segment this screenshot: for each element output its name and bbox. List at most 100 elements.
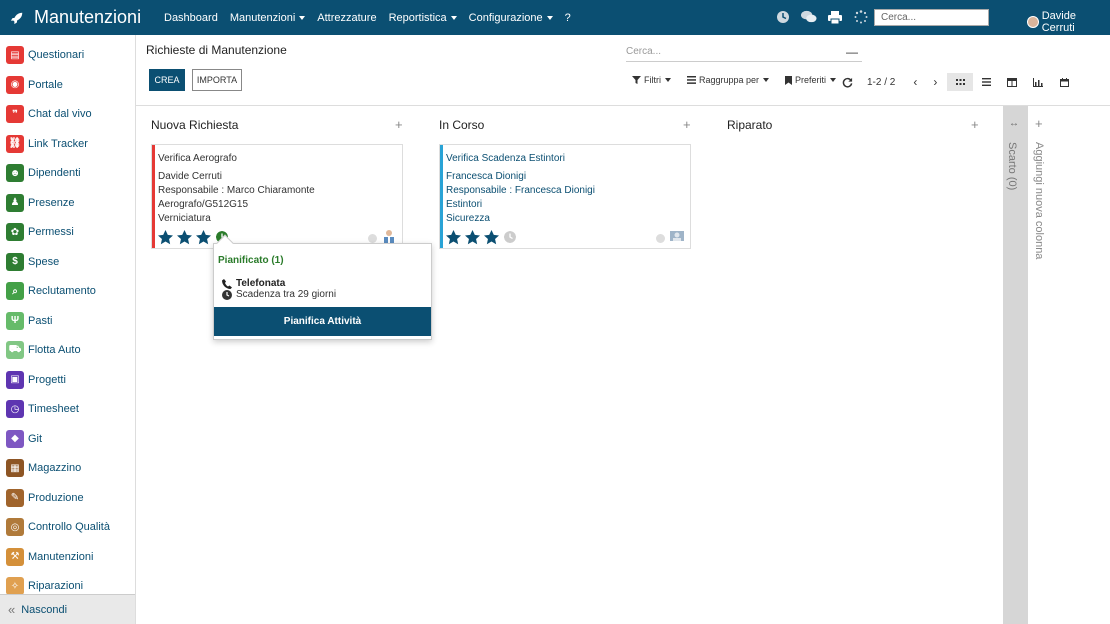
- user-menu[interactable]: Davide Cerruti: [1027, 10, 1110, 34]
- sidebar-item[interactable]: ☻ Dipendenti: [6, 163, 81, 183]
- pager-value[interactable]: 1-2 / 2: [867, 77, 895, 88]
- assignee-avatar: [384, 230, 394, 243]
- printer-icon[interactable]: [827, 9, 843, 25]
- star-icon[interactable]: [157, 230, 174, 245]
- star-icon[interactable]: [195, 230, 212, 245]
- filter-icon: [632, 76, 641, 84]
- star-icon[interactable]: [464, 230, 481, 245]
- phone-icon: [222, 278, 232, 289]
- user-name: Davide Cerruti: [1041, 10, 1076, 34]
- sidebar-item[interactable]: ▦ Magazzino: [6, 458, 81, 478]
- status-dot: [368, 234, 377, 243]
- chat-icon[interactable]: [801, 9, 817, 25]
- sidebar-item[interactable]: ⚒ Manutenzioni: [6, 547, 93, 567]
- pager-next-icon[interactable]: ›: [933, 75, 937, 89]
- groupby-label: Raggruppa per: [699, 75, 760, 85]
- column-title[interactable]: In Corso: [439, 118, 484, 132]
- activity-item[interactable]: Telefonata: [222, 278, 285, 289]
- search-input[interactable]: Cerca... —: [626, 44, 862, 62]
- assignee-avatar: [670, 231, 684, 241]
- kanban-view-icon[interactable]: [947, 73, 973, 91]
- column-add-icon[interactable]: +: [683, 117, 691, 132]
- search-options-icon[interactable]: —: [846, 45, 858, 59]
- repair-icon: ✧: [6, 577, 24, 595]
- schedule-activity-button[interactable]: Pianifica Attività: [214, 307, 431, 336]
- favorites-dropdown[interactable]: Preferiti: [785, 75, 837, 85]
- star-icon[interactable]: [176, 230, 193, 245]
- quality-icon: ◎: [6, 518, 24, 536]
- sidebar-item[interactable]: ✧ Riparazioni: [6, 576, 83, 596]
- spinner-icon: [853, 9, 869, 25]
- manufacturing-icon: ✎: [6, 488, 24, 507]
- column-add-icon[interactable]: +: [971, 117, 979, 132]
- clock-icon: [222, 289, 232, 300]
- import-button[interactable]: IMPORTA: [192, 69, 242, 91]
- sidebar-item[interactable]: $ Spese: [6, 252, 59, 272]
- kanban-card[interactable]: Verifica Scadenza Estintori Francesca Di…: [439, 144, 691, 249]
- filters-dropdown[interactable]: Filtri: [632, 75, 671, 85]
- add-column[interactable]: + Aggiungi nuova colonna: [1028, 106, 1068, 624]
- sidebar-item[interactable]: ◎ Controllo Qualità: [6, 517, 110, 537]
- sidebar-item[interactable]: ✎ Produzione: [6, 488, 84, 508]
- popover-heading: Pianificato (1): [218, 255, 284, 266]
- top-search-input[interactable]: Cerca...: [874, 9, 989, 26]
- sidebar-item[interactable]: ◉ Portale: [6, 75, 63, 95]
- lunch-icon: Ψ: [6, 311, 24, 330]
- menu-item-label: Configurazione: [468, 11, 543, 24]
- activity-clock-icon[interactable]: [504, 231, 516, 243]
- folded-column[interactable]: ↔ Scarto (0): [1003, 106, 1028, 624]
- star-icon[interactable]: [445, 230, 462, 245]
- control-panel: Richieste di Manutenzione CREA IMPORTA C…: [136, 35, 1110, 106]
- sidebar-item[interactable]: ◆ Git: [6, 429, 42, 449]
- sidebar-item[interactable]: ◷ Timesheet: [6, 399, 79, 419]
- employees-icon: ☻: [6, 164, 24, 182]
- status-dot: [656, 234, 665, 243]
- clock-icon[interactable]: [775, 9, 791, 25]
- favorites-label: Preferiti: [795, 75, 827, 85]
- sidebar-collapse-label: Nascondi: [21, 603, 68, 616]
- kanban-card[interactable]: Verifica Aerografo Davide Cerruti Respon…: [151, 144, 403, 249]
- groupby-icon: [687, 76, 696, 84]
- list-view-icon[interactable]: [973, 73, 999, 91]
- menu-item[interactable]: Manutenzioni: [229, 11, 306, 24]
- priority-stars[interactable]: [157, 230, 214, 245]
- menu-item-label: Manutenzioni: [229, 11, 296, 24]
- sidebar-item[interactable]: ▣ Progetti: [6, 370, 66, 390]
- sidebar-item-label: Chat dal vivo: [28, 108, 92, 120]
- menu-item[interactable]: ?: [565, 12, 571, 24]
- add-column-label: Aggiungi nuova colonna: [1033, 142, 1045, 260]
- main-menu: Dashboard Manutenzioni Attrezzature Reporti…: [164, 12, 583, 24]
- menu-item[interactable]: Reportistica: [389, 12, 457, 24]
- pivot-view-icon[interactable]: [999, 73, 1025, 91]
- create-button[interactable]: CREA: [149, 69, 185, 91]
- graph-view-icon[interactable]: [1025, 73, 1051, 91]
- star-icon[interactable]: [483, 230, 500, 245]
- calendar-view-icon[interactable]: [1051, 73, 1077, 91]
- column-title[interactable]: Riparato: [727, 118, 772, 132]
- card-line: Aerografo/G512G15: [158, 199, 249, 210]
- menu-item[interactable]: Configurazione: [469, 12, 553, 24]
- sidebar-item[interactable]: ⌕ Reclutamento: [6, 281, 96, 301]
- column-add-icon[interactable]: +: [395, 117, 403, 132]
- projects-icon: ▣: [6, 370, 24, 389]
- sidebar-item[interactable]: ⛟ Flotta Auto: [6, 340, 81, 360]
- menu-item[interactable]: Attrezzature: [317, 12, 376, 24]
- sidebar-collapse-button[interactable]: « Nascondi: [0, 594, 135, 624]
- pager-previous-icon[interactable]: ‹: [913, 75, 917, 89]
- menu-item[interactable]: Dashboard: [164, 12, 218, 24]
- sidebar-item[interactable]: ✿ Permessi: [6, 222, 74, 242]
- groupby-dropdown[interactable]: Raggruppa per: [687, 75, 770, 85]
- refresh-icon[interactable]: [842, 77, 853, 88]
- sidebar-item[interactable]: ▤ Questionari: [6, 45, 84, 65]
- sidebar-item[interactable]: Ψ Pasti: [6, 311, 52, 331]
- sidebar-item[interactable]: ❞ Chat dal vivo: [6, 104, 92, 124]
- sidebar-item[interactable]: ♟ Presenze: [6, 193, 74, 213]
- folded-column-label: Scarto (0): [1006, 142, 1018, 191]
- app-brand[interactable]: Manutenzioni: [0, 7, 150, 28]
- sidebar-item[interactable]: ⛓ Link Tracker: [6, 134, 88, 154]
- column-title[interactable]: Nuova Richiesta: [151, 118, 238, 132]
- sidebar-item-label: Dipendenti: [28, 167, 81, 179]
- fleet-icon: ⛟: [6, 341, 24, 359]
- priority-stars[interactable]: [445, 230, 502, 245]
- expenses-icon: $: [6, 252, 24, 271]
